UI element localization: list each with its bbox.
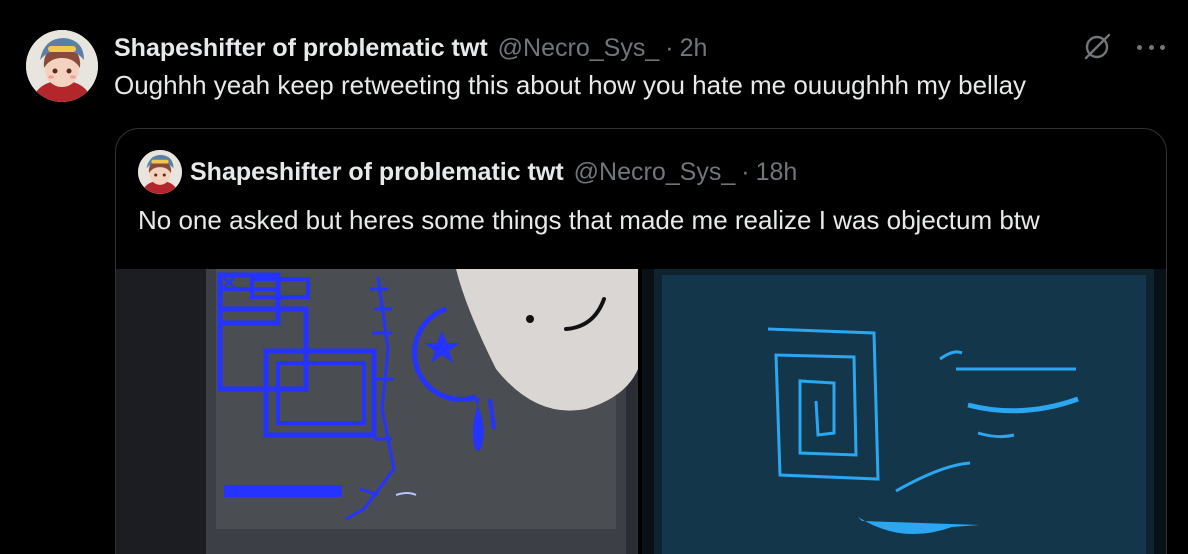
quoted-tweet-timestamp: 18h bbox=[755, 157, 798, 186]
author-name[interactable]: Shapeshifter of problematic twt bbox=[114, 34, 488, 63]
grok-slash-icon[interactable] bbox=[1080, 30, 1114, 64]
tweet-text: Oughhh yeah keep retweeting this about h… bbox=[114, 70, 1027, 100]
tweet-timestamp[interactable]: 2h bbox=[680, 34, 708, 63]
tweet-header: Shapeshifter of problematic twt @Necro_S… bbox=[114, 30, 707, 66]
author-handle[interactable]: @Necro_Sys_ bbox=[498, 34, 660, 63]
quoted-author-handle: @Necro_Sys_ bbox=[573, 157, 736, 186]
media-image-crt-windows[interactable] bbox=[116, 269, 638, 554]
quoted-separator-dot: · bbox=[741, 157, 750, 186]
quoted-tweet-text: No one asked but heres some things that … bbox=[138, 205, 1040, 235]
media-image-crt-spiral-face[interactable] bbox=[642, 269, 1166, 554]
more-horizontal-icon[interactable] bbox=[1134, 34, 1168, 60]
quoted-author-avatar bbox=[138, 150, 182, 194]
media-grid bbox=[116, 269, 1166, 554]
quoted-tweet-header: Shapeshifter of problematic twt @Necro_S… bbox=[190, 155, 797, 189]
separator-dot: · bbox=[665, 33, 674, 62]
author-avatar[interactable] bbox=[26, 30, 98, 102]
quoted-tweet-card[interactable]: Shapeshifter of problematic twt @Necro_S… bbox=[115, 128, 1167, 554]
quoted-author-name: Shapeshifter of problematic twt bbox=[190, 157, 564, 186]
